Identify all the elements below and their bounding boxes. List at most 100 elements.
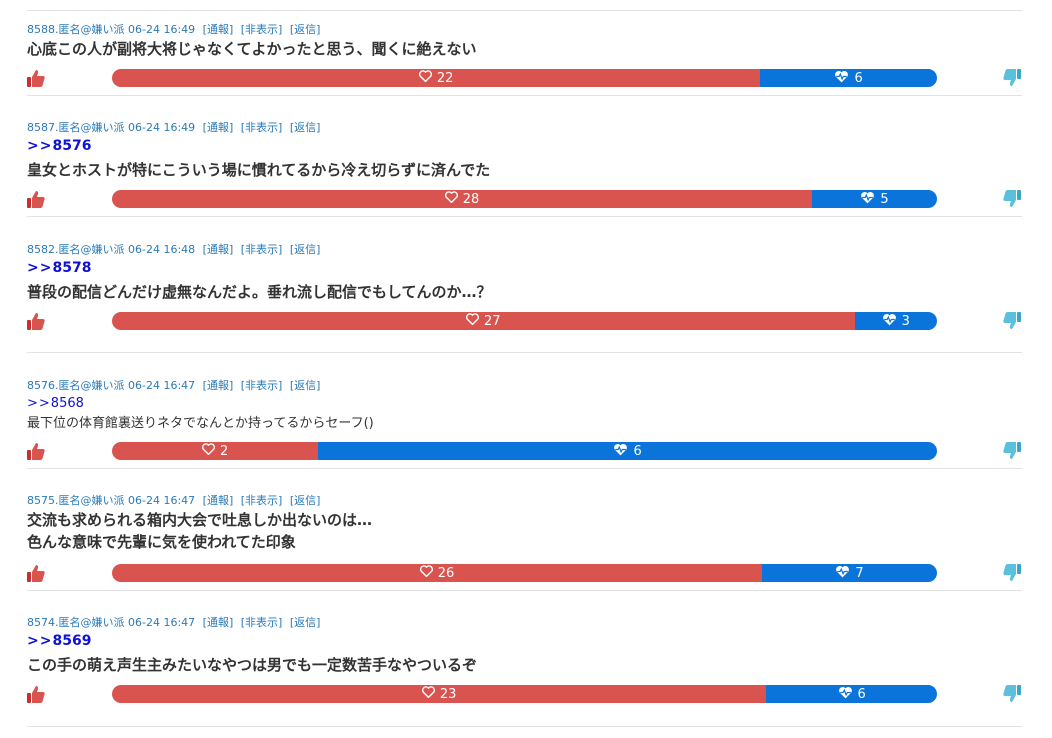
like-count: 28 [462,191,480,207]
reply-anchor[interactable]: >>8568 [27,396,84,411]
comment-header: 8582.匿名@嫌い派 06-24 16:48 [27,243,196,256]
comment-line: 色んな意味で先輩に気を使われてた印象 [27,533,296,551]
dislike-count: 6 [633,443,642,459]
hide-link[interactable]: [非表示] [241,243,283,256]
comment-line: 最下位の体育館裏送りネタでなんとか持ってるからセーフ() [27,416,374,431]
heart-icon [444,191,463,207]
report-link[interactable]: [通報] [203,121,234,134]
dislike-segment[interactable]: 6 [318,442,937,460]
dislike-segment[interactable]: 6 [766,685,937,703]
dislike-count: 6 [854,70,863,86]
vote-bar: 26 7 [112,564,937,582]
dislike-count: 7 [855,565,864,581]
comment-body: 最下位の体育館裏送りネタでなんとか持ってるからセーフ() [27,415,374,433]
thumbs-up-icon[interactable] [26,563,46,583]
comment-meta: 8574.匿名@嫌い派 06-24 16:47 [通報] [非表示] [返信] [27,614,320,630]
thumbs-up-icon[interactable] [26,189,46,209]
anchor-number: 8568 [50,396,84,411]
comment-header: 8588.匿名@嫌い派 06-24 16:49 [27,23,196,36]
comment-body: 皇女とホストが特にこういう場に慣れてるから冷え切らずに済んでた [27,159,490,181]
thumbs-down-icon[interactable] [1002,68,1022,88]
heartbeat-icon [882,313,902,330]
dislike-segment[interactable]: 6 [760,69,937,87]
reply-link[interactable]: [返信] [290,379,321,392]
hide-link[interactable]: [非表示] [241,379,283,392]
anchor-number: 8576 [52,138,92,154]
divider [27,216,1022,217]
report-link[interactable]: [通報] [203,243,234,256]
like-segment[interactable]: 28 [112,190,812,208]
report-link[interactable]: [通報] [203,23,234,36]
like-count: 27 [483,313,501,329]
reply-link[interactable]: [返信] [290,243,321,256]
comment-meta: 8587.匿名@嫌い派 06-24 16:49 [通報] [非表示] [返信] [27,119,320,135]
comment-line: この手の萌え声生主みたいなやつは男でも一定数苦手なやついるぞ [27,656,478,674]
anchor-number: 8569 [52,633,92,649]
comment-meta: 8576.匿名@嫌い派 06-24 16:47 [通報] [非表示] [返信] [27,377,320,393]
vote-bar: 28 5 [112,190,937,208]
reply-anchor[interactable]: >>8578 [27,260,91,276]
hide-link[interactable]: [非表示] [241,121,283,134]
divider [27,352,1022,353]
hide-link[interactable]: [非表示] [241,494,283,507]
like-count: 2 [219,443,229,459]
thumbs-down-icon[interactable] [1002,563,1022,583]
heart-icon [465,313,484,329]
dislike-count: 5 [880,191,889,207]
thumbs-up-icon[interactable] [26,441,46,461]
reply-link[interactable]: [返信] [290,121,321,134]
comment-header: 8587.匿名@嫌い派 06-24 16:49 [27,121,196,134]
comment-header: 8575.匿名@嫌い派 06-24 16:47 [27,494,196,507]
thumbs-down-icon[interactable] [1002,189,1022,209]
dislike-segment[interactable]: 3 [854,312,937,330]
comment-header: 8574.匿名@嫌い派 06-24 16:47 [27,616,196,629]
report-link[interactable]: [通報] [203,616,234,629]
comment-header: 8576.匿名@嫌い派 06-24 16:47 [27,379,196,392]
vote-bar: 22 6 [112,69,937,87]
like-segment[interactable]: 27 [112,312,855,330]
like-segment[interactable]: 23 [112,685,767,703]
thumbs-up-icon[interactable] [26,68,46,88]
like-segment[interactable]: 26 [112,564,762,582]
thumbs-down-icon[interactable] [1002,311,1022,331]
heartbeat-icon [613,443,633,460]
comment-meta: 8575.匿名@嫌い派 06-24 16:47 [通報] [非表示] [返信] [27,492,320,508]
reply-link[interactable]: [返信] [290,494,321,507]
thumbs-up-icon[interactable] [26,684,46,704]
divider [27,10,1022,11]
comment-meta: 8582.匿名@嫌い派 06-24 16:48 [通報] [非表示] [返信] [27,241,320,257]
comment-line: 普段の配信どんだけ虚無なんだよ。垂れ流し配信でもしてんのか…？ [27,283,492,301]
report-link[interactable]: [通報] [203,379,234,392]
reply-anchor[interactable]: >>8569 [27,633,91,649]
comment-body: 心底この人が副将大将じゃなくてよかったと思う、聞くに絶えない [27,38,477,60]
heartbeat-icon [860,191,880,208]
like-segment[interactable]: 22 [112,69,761,87]
vote-bar: 27 3 [112,312,937,330]
reply-link[interactable]: [返信] [290,23,321,36]
comment-body: 交流も求められる箱内大会で吐息しか出ないのは… 色んな意味で先輩に気を使われてた… [27,509,372,553]
thumbs-up-icon[interactable] [26,311,46,331]
thumbs-down-icon[interactable] [1002,441,1022,461]
comment-line: 心底この人が副将大将じゃなくてよかったと思う、聞くに絶えない [27,40,477,58]
divider [27,726,1022,727]
anchor-number: 8578 [52,260,92,276]
like-count: 23 [439,686,457,702]
like-segment[interactable]: 2 [112,442,319,460]
heartbeat-icon [835,565,855,582]
hide-link[interactable]: [非表示] [241,23,283,36]
hide-link[interactable]: [非表示] [241,616,283,629]
comment-body: この手の萌え声生主みたいなやつは男でも一定数苦手なやついるぞ [27,654,477,676]
comment-line: 皇女とホストが特にこういう場に慣れてるから冷え切らずに済んでた [27,161,491,179]
divider [27,468,1022,469]
divider [27,95,1022,96]
vote-bar: 2 6 [112,442,937,460]
heart-icon [419,565,438,581]
reply-anchor[interactable]: >>8576 [27,138,91,154]
heartbeat-icon [838,686,858,703]
dislike-segment[interactable]: 7 [762,564,937,582]
reply-link[interactable]: [返信] [290,616,321,629]
thumbs-down-icon[interactable] [1002,684,1022,704]
report-link[interactable]: [通報] [203,494,234,507]
comment-line: 交流も求められる箱内大会で吐息しか出ないのは… [27,511,373,529]
dislike-segment[interactable]: 5 [812,190,937,208]
